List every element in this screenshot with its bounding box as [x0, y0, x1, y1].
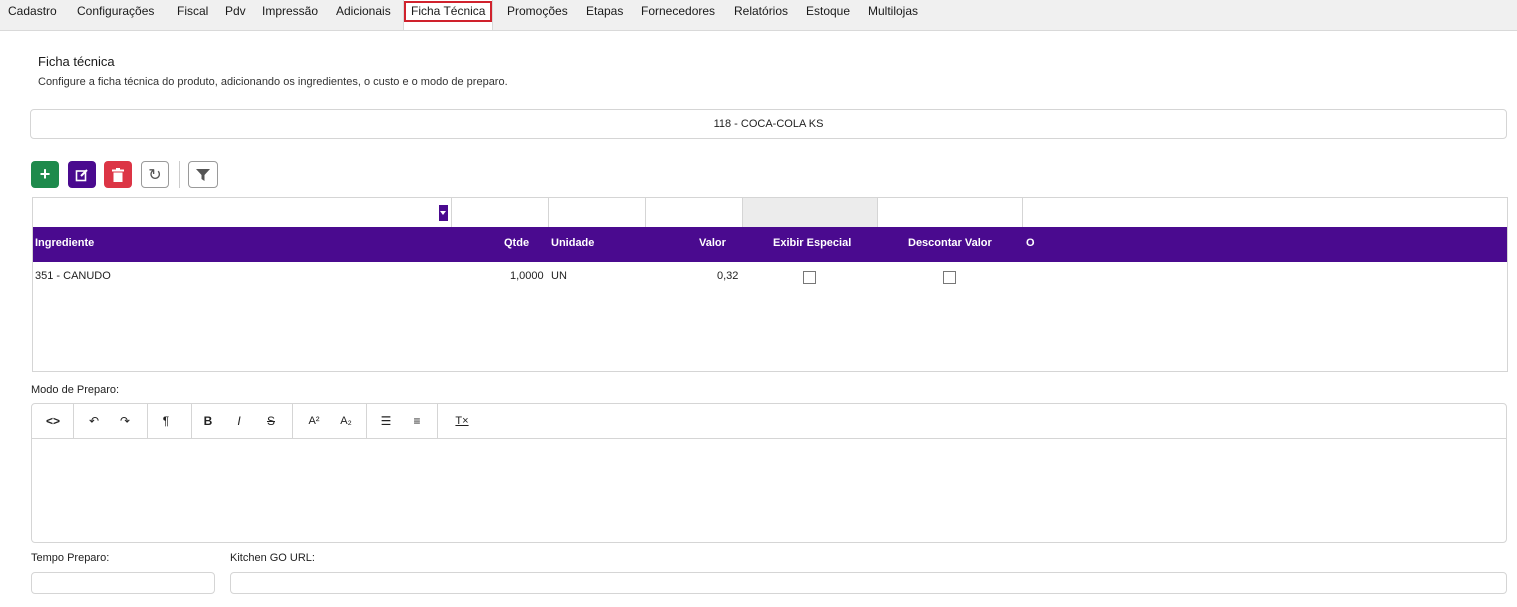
modo-preparo-editor: <> ↶ ↷ ¶ B I S A² A₂ ☰ ≡ T× [31, 403, 1507, 543]
exibir-especial-checkbox[interactable] [803, 271, 816, 284]
grid-header: Ingrediente Qtde Unidade Valor Exibir Es… [33, 227, 1507, 262]
superscript-icon[interactable]: A² [302, 404, 326, 438]
col-o[interactable]: O [1026, 227, 1035, 260]
tab-promocoes[interactable]: Promoções [507, 0, 568, 22]
toolbar-separator [437, 404, 438, 438]
tempo-preparo-input[interactable] [31, 572, 215, 594]
col-ingrediente[interactable]: Ingrediente [35, 227, 94, 260]
toolbar-separator [147, 404, 148, 438]
filter-ingrediente[interactable] [33, 198, 452, 227]
tab-pdv[interactable]: Pdv [225, 0, 246, 22]
ingredients-grid: Ingrediente Qtde Unidade Valor Exibir Es… [32, 197, 1508, 372]
cell-unidade: UN [551, 270, 567, 282]
redo-icon[interactable]: ↷ [113, 404, 137, 438]
editor-content-area[interactable] [32, 439, 1506, 543]
filter-button[interactable] [188, 161, 218, 188]
cell-qtde: 1,0000 [510, 270, 544, 282]
product-display: 118 - COCA-COLA KS [30, 109, 1507, 139]
filter-valor[interactable] [646, 198, 743, 227]
plus-icon: + [39, 164, 51, 184]
code-view-icon[interactable]: <> [41, 404, 65, 438]
col-exibir-especial[interactable]: Exibir Especial [773, 227, 851, 260]
tab-estoque[interactable]: Estoque [806, 0, 850, 22]
toolbar-separator [73, 404, 74, 438]
tab-cadastro[interactable]: Cadastro [8, 0, 57, 22]
descontar-valor-checkbox[interactable] [943, 271, 956, 284]
col-descontar-valor[interactable]: Descontar Valor [908, 227, 992, 260]
filter-icon [196, 168, 210, 181]
tab-bar: Cadastro Configurações Fiscal Pdv Impres… [0, 0, 1517, 31]
ordered-list-icon[interactable]: ≡ [405, 404, 429, 438]
subscript-icon[interactable]: A₂ [334, 404, 358, 438]
tab-configuracoes[interactable]: Configurações [77, 0, 154, 22]
col-qtde[interactable]: Qtde [504, 227, 529, 260]
tab-adicionais[interactable]: Adicionais [336, 0, 391, 22]
page-title: Ficha técnica [38, 54, 115, 69]
dropdown-arrow-icon[interactable] [439, 205, 448, 221]
clear-format-icon[interactable]: T× [450, 404, 474, 438]
toolbar-separator [191, 404, 192, 438]
trash-icon [112, 167, 124, 182]
col-valor[interactable]: Valor [699, 227, 726, 260]
toolbar-separator [366, 404, 367, 438]
modo-preparo-label: Modo de Preparo: [31, 384, 120, 396]
page-subtitle: Configure a ficha técnica do produto, ad… [38, 76, 508, 88]
paragraph-icon[interactable]: ¶ [154, 404, 178, 438]
tab-ficha-tecnica[interactable]: Ficha Técnica [403, 0, 494, 30]
tab-impressao[interactable]: Impressão [262, 0, 318, 22]
tab-fiscal[interactable]: Fiscal [177, 0, 208, 22]
tab-relatorios[interactable]: Relatórios [734, 0, 788, 22]
bold-icon[interactable]: B [196, 404, 220, 438]
tempo-preparo-label: Tempo Preparo: [31, 552, 110, 564]
editor-toolbar: <> ↶ ↷ ¶ B I S A² A₂ ☰ ≡ T× [32, 404, 1506, 439]
tab-fornecedores[interactable]: Fornecedores [641, 0, 715, 22]
edit-button[interactable] [68, 161, 96, 188]
filter-unidade[interactable] [549, 198, 646, 227]
add-button[interactable]: + [31, 161, 59, 188]
refresh-button[interactable]: ↻ [141, 161, 169, 188]
col-unidade[interactable]: Unidade [551, 227, 594, 260]
unordered-list-icon[interactable]: ☰ [374, 404, 398, 438]
kitchen-go-url-input[interactable] [230, 572, 1507, 594]
filter-descontar-valor[interactable] [878, 198, 1023, 227]
cell-valor: 0,32 [717, 270, 739, 282]
delete-button[interactable] [104, 161, 132, 188]
strikethrough-icon[interactable]: S [259, 404, 283, 438]
tab-ficha-tecnica-label: Ficha Técnica [404, 1, 493, 22]
italic-icon[interactable]: I [227, 404, 251, 438]
undo-icon[interactable]: ↶ [82, 404, 106, 438]
filter-exibir-especial [743, 198, 878, 227]
refresh-icon: ↻ [148, 166, 162, 184]
toolbar-separator [292, 404, 293, 438]
cell-ingrediente: 351 - CANUDO [35, 270, 111, 282]
edit-icon [75, 168, 88, 181]
filter-qtde[interactable] [452, 198, 549, 227]
tab-multilojas[interactable]: Multilojas [868, 0, 918, 22]
toolbar-divider [179, 161, 180, 188]
kitchen-go-url-label: Kitchen GO URL: [230, 552, 315, 564]
tab-etapas[interactable]: Etapas [586, 0, 623, 22]
